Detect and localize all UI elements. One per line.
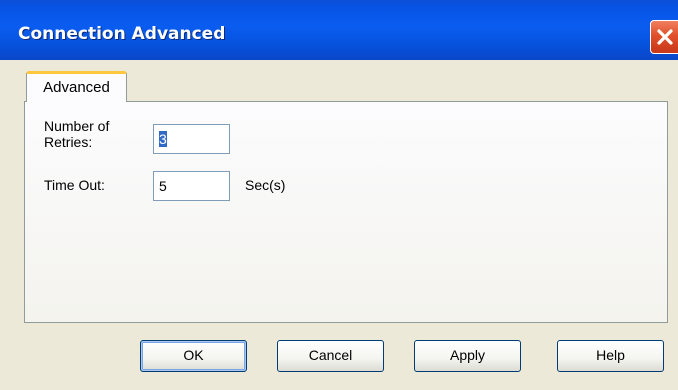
close-button[interactable] (650, 20, 678, 54)
close-icon (657, 29, 673, 45)
dialog-title: Connection Advanced (18, 24, 226, 44)
dialog-window: Connection Advanced Advanced Number of R… (0, 0, 678, 390)
ok-button[interactable]: OK (140, 340, 247, 372)
timeout-unit-label: Sec(s) (245, 177, 286, 193)
retries-label-line2: Retries: (44, 134, 93, 150)
timeout-label: Time Out: (44, 177, 105, 193)
retries-value: 3 (159, 131, 167, 147)
tab-panel-advanced (24, 101, 668, 323)
title-bar[interactable]: Connection Advanced (0, 0, 678, 60)
cancel-button[interactable]: Cancel (277, 340, 384, 372)
apply-button[interactable]: Apply (414, 340, 521, 372)
timeout-input[interactable]: 5 (153, 171, 230, 201)
help-button[interactable]: Help (557, 340, 664, 372)
tab-advanced[interactable]: Advanced (26, 71, 127, 102)
timeout-value: 5 (159, 178, 167, 194)
retries-label-line1: Number of (44, 118, 110, 134)
retries-input[interactable]: 3 (153, 124, 230, 154)
